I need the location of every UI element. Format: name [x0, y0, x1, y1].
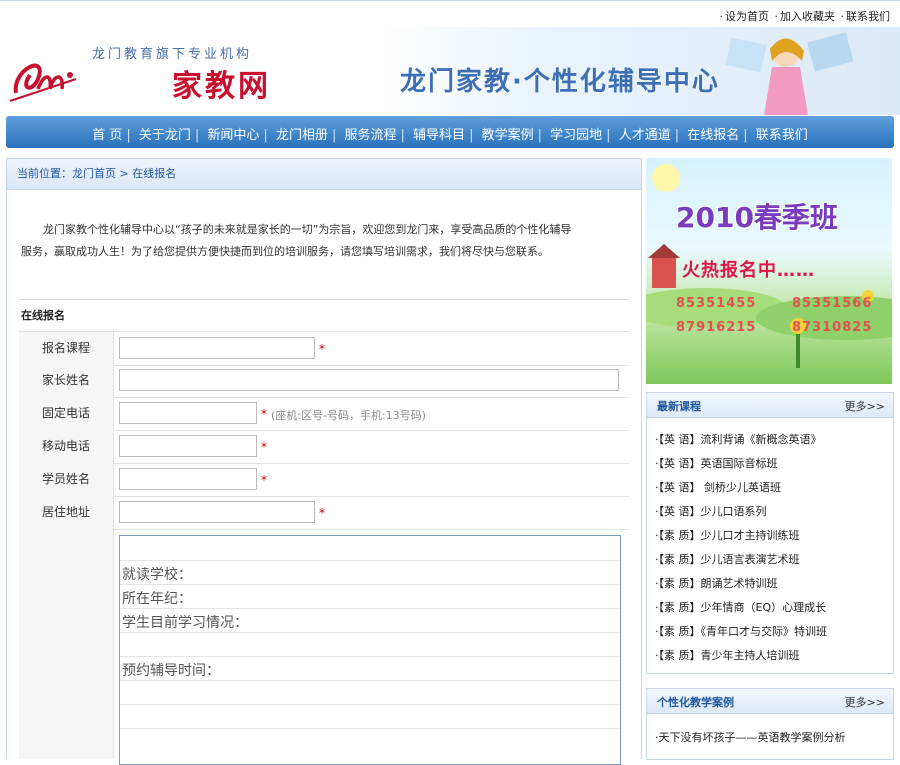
- logo-title[interactable]: 家教网: [172, 61, 271, 105]
- breadcrumb-current: 在线报名: [132, 167, 177, 180]
- nav-item-album[interactable]: 龙门相册: [272, 128, 332, 143]
- promo-phone-4: 87310825: [792, 320, 873, 335]
- course-item[interactable]: ·【英 语】 剑桥少儿英语班: [655, 479, 781, 495]
- nav-items: 首 页 | 关于龙门 | 新闻中心 | 龙门相册 | 服务流程 | 辅导科目 | 教学案例 |…: [6, 124, 894, 143]
- field-label-student-name: 学员姓名: [19, 463, 114, 496]
- breadcrumb-label: 当前位置：: [17, 167, 72, 180]
- notes-textarea[interactable]: 就读学校： 所在年纪： 学生目前学习情况： 预约辅导时间：: [119, 535, 621, 765]
- course-item[interactable]: ·【素 质】少儿语言表演艺术班: [655, 551, 800, 567]
- cases-title: 个性化教学案例: [657, 696, 734, 709]
- course-item[interactable]: ·【素 质】朗诵艺术特训班: [655, 575, 778, 591]
- nav-item-learning[interactable]: 学习园地: [546, 128, 606, 143]
- logo-icon: [9, 63, 77, 102]
- course-item[interactable]: ·【素 质】少年情商（EQ）心理成长: [655, 599, 826, 615]
- notes-line-status: 学生目前学习情况：: [122, 615, 248, 631]
- nav-item-contact[interactable]: 联系我们: [752, 128, 812, 143]
- latest-courses-more-link[interactable]: 更多>>: [845, 398, 885, 414]
- promo-phone-1: 85351455: [676, 296, 757, 311]
- intro-line-1: 龙门家教个性化辅导中心以“孩子的未来就是家长的一切”为宗旨，欢迎您到龙门来，享受…: [43, 223, 572, 236]
- student-name-input[interactable]: [119, 468, 257, 490]
- parent-name-input[interactable]: [119, 369, 619, 391]
- main-content: 当前位置：龙门首页 > 在线报名 龙门家教个性化辅导中心以“孩子的未来就是家长的…: [6, 158, 642, 765]
- form-row-mobile: 移动电话 *: [19, 430, 629, 464]
- header-banner: 龙门家教·个性化辅导中心: [380, 27, 900, 115]
- form-title: 在线报名: [21, 309, 65, 322]
- cases-more-link[interactable]: 更多>>: [845, 694, 885, 710]
- promo-banner[interactable]: 2010春季班 火热报名中…… 85351455 85351566 879162…: [646, 158, 892, 384]
- field-label-address: 居住地址: [19, 496, 114, 529]
- add-favorite-link[interactable]: 加入收藏夹: [780, 10, 835, 23]
- breadcrumb-home-link[interactable]: 龙门首页: [72, 167, 116, 180]
- landline-input[interactable]: [119, 402, 257, 424]
- form-row-landline: 固定电话 * (座机:区号-号码，手机:13号码): [19, 397, 629, 431]
- nav-item-about[interactable]: 关于龙门: [135, 128, 195, 143]
- field-label-course: 报名课程: [19, 332, 114, 365]
- landline-hint: (座机:区号-号码，手机:13号码): [271, 409, 426, 422]
- notes-label-cell: [19, 529, 114, 759]
- form-row-notes: 就读学校： 所在年纪： 学生目前学习情况： 预约辅导时间：: [19, 529, 629, 765]
- latest-courses-header: 最新课程 更多>>: [647, 393, 893, 418]
- logo-subtitle: 龙门教育旗下专业机构: [92, 47, 253, 62]
- promo-phone-2: 85351566: [792, 296, 873, 311]
- form-row-course: 报名课程 *: [19, 331, 629, 366]
- notes-line-time: 预约辅导时间：: [122, 663, 220, 679]
- required-mark: *: [261, 440, 267, 454]
- address-input[interactable]: [119, 501, 315, 523]
- field-label-parent-name: 家长姓名: [19, 364, 114, 397]
- intro-line-2: 服务，赢取成功人生！为了给您提供方便快捷而到位的培训服务，请您填写培训需求，我们…: [21, 245, 549, 258]
- cases-header: 个性化教学案例 更多>>: [647, 689, 893, 714]
- top-links: · 设为首页 · 加入收藏夹 · 联系我们: [719, 10, 891, 23]
- nav-item-cases[interactable]: 教学案例: [478, 128, 538, 143]
- form-row-address: 居住地址 *: [19, 496, 629, 530]
- banner-title: 龙门家教·个性化辅导中心: [400, 67, 720, 97]
- divider: [19, 299, 629, 300]
- cartoon-girl-illustration: [725, 32, 854, 115]
- nav-item-careers[interactable]: 人才通道: [615, 128, 675, 143]
- required-mark: *: [319, 342, 325, 356]
- breadcrumb: 当前位置：龙门首页 > 在线报名: [7, 159, 641, 190]
- form-row-student-name: 学员姓名 *: [19, 463, 629, 497]
- course-item[interactable]: ·【素 质】《青年口才与交际》特训班: [655, 623, 827, 639]
- required-mark: *: [261, 473, 267, 487]
- nav-item-news[interactable]: 新闻中心: [203, 128, 263, 143]
- intro-text: 龙门家教个性化辅导中心以“孩子的未来就是家长的一切”为宗旨，欢迎您到龙门来，享受…: [21, 219, 621, 263]
- course-item[interactable]: ·【英 语】英语国际音标班: [655, 455, 778, 471]
- course-item[interactable]: ·【素 质】少儿口才主持训练班: [655, 527, 800, 543]
- notes-line-grade: 所在年纪：: [122, 591, 192, 607]
- course-item[interactable]: ·【英 语】少儿口语系列: [655, 503, 767, 519]
- nav-item-register[interactable]: 在线报名: [683, 128, 743, 143]
- course-input[interactable]: [119, 337, 315, 359]
- main-nav: 首 页 | 关于龙门 | 新闻中心 | 龙门相册 | 服务流程 | 辅导科目 | 教学案例 |…: [6, 116, 894, 148]
- site-header: 龙门教育旗下专业机构 家教网 龙门家教·个性化辅导中心: [0, 27, 900, 115]
- course-item[interactable]: ·【素 质】青少年主持人培训班: [655, 647, 800, 663]
- nav-item-process[interactable]: 服务流程: [341, 128, 401, 143]
- promo-subtitle: 火热报名中……: [682, 260, 815, 281]
- field-label-landline: 固定电话: [19, 397, 114, 430]
- top-bar: · 设为首页 · 加入收藏夹 · 联系我们: [0, 0, 900, 27]
- promo-phone-3: 87916215: [676, 320, 757, 335]
- notes-line-school: 就读学校：: [122, 567, 192, 583]
- required-mark: *: [319, 506, 325, 520]
- field-label-mobile: 移动电话: [19, 430, 114, 463]
- case-item[interactable]: ·天下没有坏孩子——英语教学案例分析: [655, 729, 846, 745]
- set-homepage-link[interactable]: 设为首页: [725, 10, 769, 23]
- nav-item-home[interactable]: 首 页: [88, 128, 126, 143]
- course-item[interactable]: ·【英 语】流利背诵《新概念英语》: [655, 431, 822, 447]
- promo-title: 2010春季班: [676, 201, 838, 234]
- latest-courses-title: 最新课程: [657, 400, 701, 413]
- latest-courses-box: 最新课程 更多>> ·【英 语】流利背诵《新概念英语》 ·【英 语】英语国际音标…: [646, 392, 894, 674]
- breadcrumb-separator: >: [119, 167, 129, 180]
- contact-link[interactable]: 联系我们: [846, 10, 890, 23]
- cases-box: 个性化教学案例 更多>> ·天下没有坏孩子——英语教学案例分析: [646, 688, 894, 760]
- nav-item-subjects[interactable]: 辅导科目: [409, 128, 469, 143]
- mobile-input[interactable]: [119, 435, 257, 457]
- required-mark: *: [261, 407, 267, 421]
- form-row-parent-name: 家长姓名: [19, 364, 629, 398]
